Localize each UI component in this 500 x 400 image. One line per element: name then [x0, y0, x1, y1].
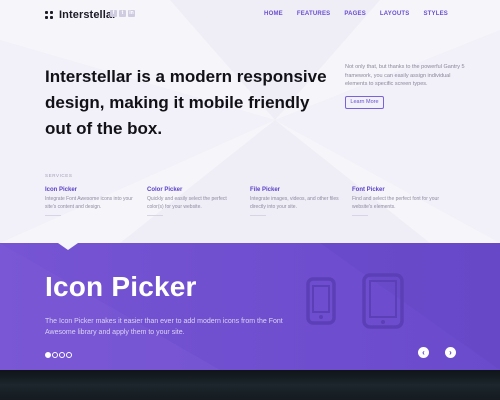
social-links: f t in: [110, 10, 135, 17]
service-icon-picker[interactable]: Icon Picker Integrate Font Awesome icons…: [45, 187, 140, 217]
nav-pages[interactable]: PAGES: [344, 11, 366, 17]
facebook-icon[interactable]: f: [110, 10, 117, 17]
slide-dot-3[interactable]: [59, 352, 65, 358]
slide-dot-4[interactable]: [66, 352, 72, 358]
nav-layouts[interactable]: LAYOUTS: [380, 11, 410, 17]
services-label: SERVICES: [45, 173, 73, 178]
slider-notch: [58, 243, 78, 250]
service-title[interactable]: File Picker: [250, 187, 345, 193]
tablet-icon: [362, 273, 404, 329]
service-color-picker[interactable]: Color Picker Quickly and easily select t…: [147, 187, 242, 217]
nav-home[interactable]: HOME: [264, 11, 283, 17]
nav-styles[interactable]: STYLES: [423, 11, 448, 17]
hero-side-text: Not only that, but thanks to the powerfu…: [345, 64, 465, 88]
service-desc: Find and select the perfect font for you…: [352, 196, 439, 210]
hero-headline: Interstellar is a modern responsive desi…: [45, 67, 327, 138]
slide-dot-1[interactable]: [45, 352, 51, 358]
chevron-left-icon[interactable]: ‹: [418, 347, 429, 358]
service-desc: Integrate Font Awesome icons into your s…: [45, 196, 133, 210]
service-divider: [45, 215, 61, 217]
learn-more-button[interactable]: Learn More: [345, 96, 384, 109]
linkedin-icon[interactable]: in: [128, 10, 135, 17]
logo-icon: [45, 10, 54, 20]
service-title[interactable]: Color Picker: [147, 187, 242, 193]
feature-slider: Icon Picker The Icon Picker makes it eas…: [0, 243, 500, 370]
slide-pagination: [45, 352, 72, 358]
main-nav: HOME FEATURES PAGES LAYOUTS STYLES: [264, 11, 448, 17]
service-desc: Quickly and easily select the perfect co…: [147, 196, 227, 210]
service-desc: Integrate images, videos, and other file…: [250, 196, 339, 210]
site-header: Interstellar f t in HOME FEATURES PAGES …: [0, 0, 500, 30]
logo-text: Interstellar: [59, 9, 117, 21]
service-divider: [250, 215, 266, 217]
chevron-right-icon[interactable]: ›: [445, 347, 456, 358]
phone-icon: [306, 277, 336, 325]
slide-description: The Icon Picker makes it easier than eve…: [45, 318, 283, 336]
service-font-picker[interactable]: Font Picker Find and select the perfect …: [352, 187, 447, 217]
nav-features[interactable]: FEATURES: [297, 11, 331, 17]
service-file-picker[interactable]: File Picker Integrate images, videos, an…: [250, 187, 345, 217]
twitter-icon[interactable]: t: [119, 10, 126, 17]
hero-section: Interstellar f t in HOME FEATURES PAGES …: [0, 0, 500, 243]
slide-dot-2[interactable]: [52, 352, 58, 358]
footer-image-strip: [0, 370, 500, 400]
service-title[interactable]: Font Picker: [352, 187, 447, 193]
service-divider: [352, 215, 368, 217]
slide-title: Icon Picker: [45, 271, 197, 302]
logo[interactable]: Interstellar: [45, 9, 116, 21]
service-title[interactable]: Icon Picker: [45, 187, 140, 193]
service-divider: [147, 215, 163, 217]
